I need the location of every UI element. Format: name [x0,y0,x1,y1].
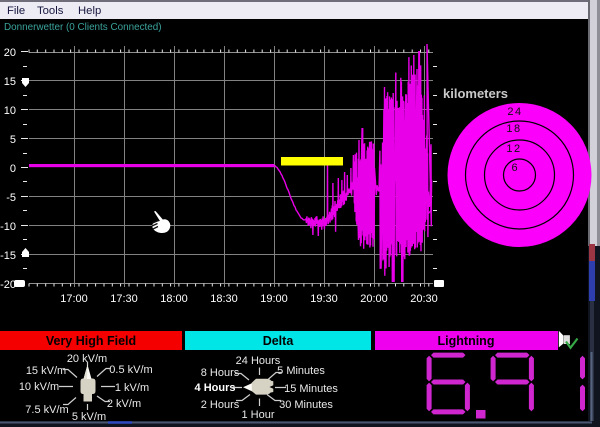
svg-text:4 Hours: 4 Hours [195,382,236,394]
svg-text:kilometers: kilometers [443,86,508,101]
svg-text:17:30: 17:30 [110,293,138,305]
svg-text:19:00: 19:00 [260,293,288,305]
svg-text:1 Hour: 1 Hour [241,409,274,421]
svg-text:18:30: 18:30 [210,293,238,305]
svg-text:0: 0 [10,163,16,175]
svg-text:Delta: Delta [263,334,295,348]
svg-text:10: 10 [4,105,16,117]
svg-text:17:00: 17:00 [60,293,88,305]
svg-text:File: File [7,5,25,17]
svg-text:12: 12 [506,143,521,155]
svg-text:0.5 kV/m: 0.5 kV/m [109,364,152,376]
svg-text:-5: -5 [6,192,16,204]
svg-text:18:00: 18:00 [160,293,188,305]
svg-text:Lightning: Lightning [438,334,495,348]
svg-text:20:00: 20:00 [360,293,388,305]
svg-text:20: 20 [4,47,16,59]
svg-text:15 kV/m: 15 kV/m [26,365,66,377]
svg-text:24 Hours: 24 Hours [236,355,281,367]
svg-text:1 kV/m: 1 kV/m [115,382,149,394]
svg-text:Donnerwetter (0 Clients Connec: Donnerwetter (0 Clients Connected) [4,22,162,33]
svg-text:2 kV/m: 2 kV/m [107,398,141,410]
svg-text:-15: -15 [0,250,16,262]
svg-text:6: 6 [511,162,517,174]
svg-text:8 Hours: 8 Hours [201,367,240,379]
svg-text:10 kV/m: 10 kV/m [19,381,59,393]
svg-text:5 Minutes: 5 Minutes [277,365,325,377]
svg-text:24: 24 [507,106,522,118]
svg-text:7.5 kV/m: 7.5 kV/m [25,404,68,416]
svg-text:Very High Field: Very High Field [46,334,136,348]
svg-text:15: 15 [4,76,16,88]
svg-text:19:30: 19:30 [310,293,338,305]
svg-text:Tools: Tools [37,5,64,17]
svg-text:-20: -20 [0,279,16,291]
svg-text:15 Minutes: 15 Minutes [284,383,338,395]
svg-text:18: 18 [506,123,521,135]
svg-text:-10: -10 [0,221,16,233]
svg-text:20:30: 20:30 [410,293,438,305]
svg-text:5: 5 [10,134,16,146]
svg-text:2 Hours: 2 Hours [201,399,240,411]
svg-text:Help: Help [78,5,101,17]
svg-text:30 Minutes: 30 Minutes [279,399,333,411]
